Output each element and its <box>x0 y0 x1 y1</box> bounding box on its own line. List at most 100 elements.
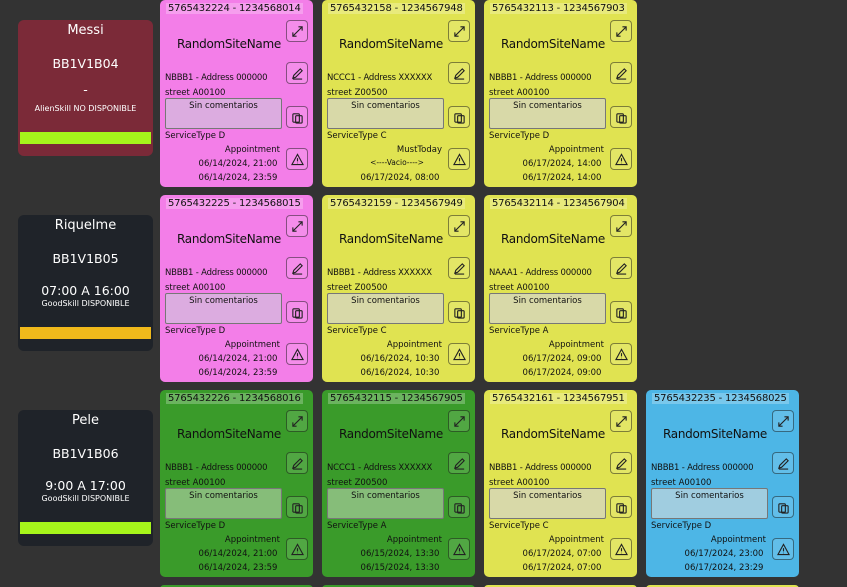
end-time: 06/17/2024, 09:00 <box>522 368 602 378</box>
street: street A00100 <box>651 478 712 488</box>
expand-icon[interactable] <box>772 410 794 432</box>
street: street A00100 <box>165 478 226 488</box>
copy-icon[interactable] <box>286 106 308 128</box>
warning-icon[interactable] <box>448 343 470 365</box>
appointment-label: Appointment <box>224 340 280 350</box>
start-time: 06/14/2024, 21:00 <box>198 549 278 559</box>
tech-hours: 07:00 A 16:00 <box>41 283 130 298</box>
copy-icon[interactable] <box>772 496 794 518</box>
expand-icon[interactable] <box>286 215 308 237</box>
comment-box[interactable]: Sin comentarios <box>165 98 282 129</box>
edit-icon[interactable] <box>448 62 470 84</box>
site-name: RandomSiteName <box>339 232 443 246</box>
copy-icon[interactable] <box>610 301 632 323</box>
tech-name: Pele <box>72 413 99 428</box>
site-name: RandomSiteName <box>177 427 281 441</box>
comment-box[interactable]: Sin comentarios <box>651 488 768 519</box>
appointment-label: Appointment <box>224 145 280 155</box>
expand-icon[interactable] <box>448 215 470 237</box>
edit-icon[interactable] <box>448 257 470 279</box>
tech-name: Messi <box>67 23 104 38</box>
comment-box[interactable]: Sin comentarios <box>327 488 444 519</box>
start-time: 06/17/2024, 08:00 <box>360 173 440 183</box>
address: NBBB1 - Address 000000 <box>651 463 754 473</box>
must-today-label: MustToday <box>396 145 442 155</box>
expand-icon[interactable] <box>610 20 632 42</box>
warning-icon[interactable] <box>448 538 470 560</box>
order-id: 5765432225 - 1234568015 <box>166 198 303 209</box>
expand-icon[interactable] <box>448 20 470 42</box>
work-order-card[interactable]: 5765432235 - 1234568025 RandomSiteName N… <box>646 390 799 577</box>
copy-icon[interactable] <box>448 496 470 518</box>
comment-box[interactable]: Sin comentarios <box>489 293 606 324</box>
warning-icon[interactable] <box>772 538 794 560</box>
expand-icon[interactable] <box>610 410 632 432</box>
work-order-card[interactable]: 5765432224 - 1234568014 RandomSiteName N… <box>160 0 313 187</box>
street: street A00100 <box>489 88 550 98</box>
copy-icon[interactable] <box>610 106 632 128</box>
status-bar <box>20 327 151 339</box>
tech-skill: AlienSkill NO DISPONIBLE <box>34 104 137 113</box>
edit-icon[interactable] <box>610 452 632 474</box>
expand-icon[interactable] <box>610 215 632 237</box>
end-time: 06/14/2024, 23:59 <box>198 173 278 183</box>
order-id: 5765432114 - 1234567904 <box>490 198 627 209</box>
work-order-card[interactable]: 5765432115 - 1234567905 RandomSiteName N… <box>322 390 475 577</box>
warning-icon[interactable] <box>286 538 308 560</box>
order-id: 5765432224 - 1234568014 <box>166 3 303 14</box>
work-order-card[interactable]: 5765432161 - 1234567951 RandomSiteName N… <box>484 390 637 577</box>
comment-box[interactable]: Sin comentarios <box>489 488 606 519</box>
work-order-card[interactable]: 5765432158 - 1234567948 RandomSiteName N… <box>322 0 475 187</box>
edit-icon[interactable] <box>772 452 794 474</box>
tech-row-pele: Pele BB1V1B06 9:00 A 17:00 GoodSkill DIS… <box>0 390 847 585</box>
order-id: 5765432159 - 1234567949 <box>328 198 465 209</box>
appointment-label: Appointment <box>224 535 280 545</box>
order-id: 5765432115 - 1234567905 <box>328 393 465 404</box>
warning-icon[interactable] <box>610 343 632 365</box>
warning-icon[interactable] <box>610 538 632 560</box>
copy-icon[interactable] <box>448 106 470 128</box>
tech-panel[interactable]: Riquelme BB1V1B05 07:00 A 16:00 GoodSkil… <box>18 215 153 351</box>
comment-box[interactable]: Sin comentarios <box>165 488 282 519</box>
edit-icon[interactable] <box>610 257 632 279</box>
warning-icon[interactable] <box>448 148 470 170</box>
copy-icon[interactable] <box>448 301 470 323</box>
copy-icon[interactable] <box>286 301 308 323</box>
street: street Z00500 <box>327 478 388 488</box>
expand-icon[interactable] <box>286 20 308 42</box>
work-order-card[interactable]: 5765432226 - 1234568016 RandomSiteName N… <box>160 390 313 577</box>
edit-icon[interactable] <box>448 452 470 474</box>
warning-icon[interactable] <box>610 148 632 170</box>
start-time: 06/17/2024, 14:00 <box>522 159 602 169</box>
order-id: 5765432113 - 1234567903 <box>490 3 627 14</box>
expand-icon[interactable] <box>286 410 308 432</box>
tech-hours: 9:00 A 17:00 <box>45 478 126 493</box>
copy-icon[interactable] <box>286 496 308 518</box>
tech-panel[interactable]: Messi BB1V1B04 - AlienSkill NO DISPONIBL… <box>18 20 153 156</box>
work-order-card[interactable]: 5765432159 - 1234567949 RandomSiteName N… <box>322 195 475 382</box>
work-order-card[interactable]: 5765432113 - 1234567903 RandomSiteName N… <box>484 0 637 187</box>
appointment-label: Appointment <box>548 535 604 545</box>
comment-box[interactable]: Sin comentarios <box>327 98 444 129</box>
edit-icon[interactable] <box>610 62 632 84</box>
address: NCCC1 - Address XXXXXX <box>327 73 433 83</box>
work-order-card[interactable]: 5765432225 - 1234568015 RandomSiteName N… <box>160 195 313 382</box>
warning-icon[interactable] <box>286 148 308 170</box>
edit-icon[interactable] <box>286 452 308 474</box>
site-name: RandomSiteName <box>177 232 281 246</box>
copy-icon[interactable] <box>610 496 632 518</box>
edit-icon[interactable] <box>286 62 308 84</box>
tech-row-messi: Messi BB1V1B04 - AlienSkill NO DISPONIBL… <box>0 0 847 195</box>
tech-panel[interactable]: Pele BB1V1B06 9:00 A 17:00 GoodSkill DIS… <box>18 410 153 546</box>
comment-box[interactable]: Sin comentarios <box>165 293 282 324</box>
warning-icon[interactable] <box>286 343 308 365</box>
comment-box[interactable]: Sin comentarios <box>327 293 444 324</box>
tech-skill: GoodSkill DISPONIBLE <box>41 494 130 503</box>
address: NAAA1 - Address 000000 <box>489 268 592 278</box>
site-name: RandomSiteName <box>501 232 605 246</box>
site-name: RandomSiteName <box>177 37 281 51</box>
edit-icon[interactable] <box>286 257 308 279</box>
work-order-card[interactable]: 5765432114 - 1234567904 RandomSiteName N… <box>484 195 637 382</box>
comment-box[interactable]: Sin comentarios <box>489 98 606 129</box>
expand-icon[interactable] <box>448 410 470 432</box>
